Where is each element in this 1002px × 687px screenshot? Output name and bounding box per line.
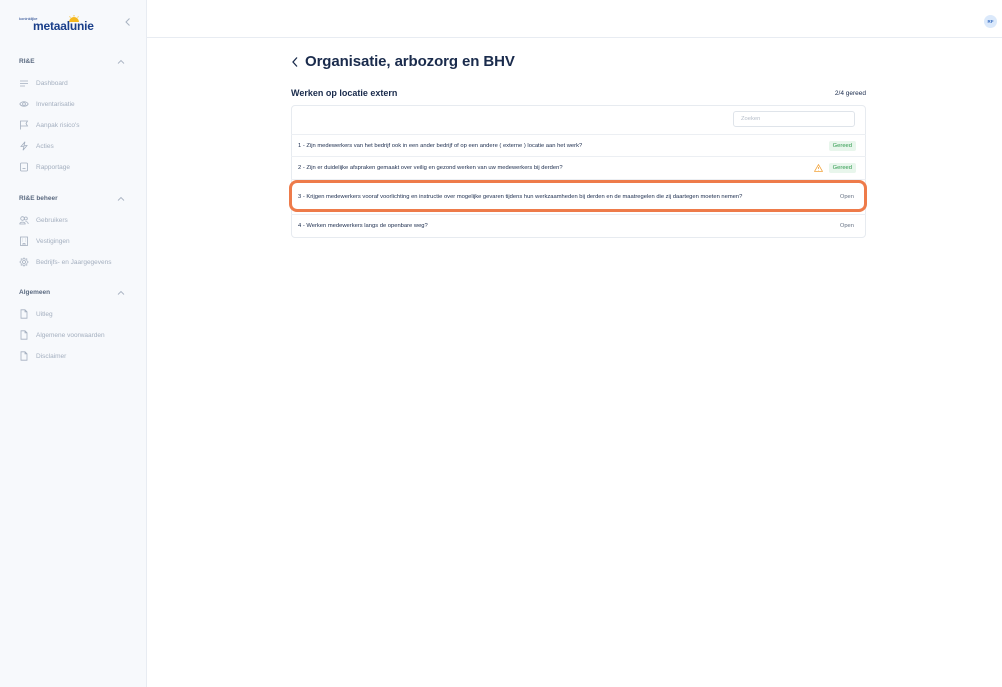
search-input[interactable] <box>733 111 855 127</box>
document-icon <box>20 162 28 172</box>
sidebar-item-bedrijfs-en-jaargegevens[interactable]: Bedrijfs- en Jaargegevens <box>19 256 139 268</box>
question-row-2[interactable]: 2 - Zijn er duidelijke afspraken gemaakt… <box>291 156 866 179</box>
page-header: Organisatie, arbozorg en BHV <box>291 53 515 70</box>
section-subtitle: Werken op locatie extern <box>291 88 398 98</box>
file-icon <box>20 330 28 340</box>
logo-text: metaalunie <box>33 19 94 33</box>
sidebar-item-label: Inventarisatie <box>36 100 75 108</box>
sidebar-item-label: Algemene voorwaarden <box>36 331 105 339</box>
sidebar-item-acties[interactable]: Acties <box>19 140 139 152</box>
question-text: 3 - Krijgen medewerkers vooraf voorlicht… <box>298 194 743 200</box>
chevron-up-icon <box>117 59 125 64</box>
sidebar-item-disclaimer[interactable]: Disclaimer <box>19 350 139 362</box>
section-title: RI&E <box>19 58 35 65</box>
section-header-rie-beheer[interactable]: RI&E beheer <box>19 195 125 202</box>
back-chevron-icon[interactable] <box>291 56 299 68</box>
sidebar-item-label: Aanpak risico's <box>36 121 80 129</box>
chevron-up-icon <box>117 290 125 295</box>
collapse-sidebar-button[interactable] <box>123 17 133 27</box>
status-badge: Gereed <box>828 163 856 173</box>
sidebar-item-label: Bedrijfs- en Jaargegevens <box>36 258 112 266</box>
sidebar-item-aanpak-risicos[interactable]: Aanpak risico's <box>19 119 139 131</box>
chevron-up-icon <box>117 196 125 201</box>
lightning-icon <box>20 141 28 151</box>
sidebar-item-label: Dashboard <box>36 79 68 87</box>
section-header-algemeen[interactable]: Algemeen <box>19 289 125 296</box>
sidebar-item-inventarisatie[interactable]: Inventarisatie <box>19 98 139 110</box>
warning-icon <box>813 164 823 172</box>
gear-icon <box>19 257 29 267</box>
section-header-rie[interactable]: RI&E <box>19 58 125 65</box>
question-row-4[interactable]: 4 - Werken medewerkers langs de openbare… <box>291 214 866 237</box>
users-icon <box>19 216 29 225</box>
progress-count: 2/4 gereed <box>834 89 866 97</box>
sidebar: koninklijke metaalunie RI&E Dashboard In… <box>0 0 147 687</box>
page-title: Organisatie, arbozorg en BHV <box>305 53 515 70</box>
status-badge: Open <box>839 194 854 200</box>
sidebar-item-uitleg[interactable]: Uitleg <box>19 308 139 320</box>
sidebar-item-label: Vestigingen <box>36 237 70 245</box>
status-badge: Gereed <box>828 140 856 151</box>
file-icon <box>20 309 28 319</box>
question-row-3[interactable]: 3 - Krijgen medewerkers vooraf voorlicht… <box>291 179 866 214</box>
sidebar-item-label: Rapportage <box>36 163 70 171</box>
sidebar-item-dashboard[interactable]: Dashboard <box>19 77 139 89</box>
eye-icon <box>19 101 29 107</box>
status-badge: Open <box>839 223 854 229</box>
section-title: RI&E beheer <box>19 195 58 202</box>
section-title: Algemeen <box>19 289 51 296</box>
menu-lines-icon <box>20 80 28 87</box>
sidebar-item-label: Disclaimer <box>36 352 67 360</box>
question-row-1[interactable]: 1 - Zijn medewerkers van het bedrijf ook… <box>291 134 866 156</box>
top-bar: RF <box>147 0 1002 38</box>
question-text: 2 - Zijn er duidelijke afspraken gemaakt… <box>298 165 563 171</box>
sidebar-item-algemene-voorwaarden[interactable]: Algemene voorwaarden <box>19 329 139 341</box>
building-icon <box>20 236 28 246</box>
sidebar-item-vestigingen[interactable]: Vestigingen <box>19 235 139 247</box>
sidebar-item-label: Acties <box>36 142 54 150</box>
sidebar-item-rapportage[interactable]: Rapportage <box>19 161 139 173</box>
avatar[interactable]: RF <box>984 15 997 28</box>
logo[interactable]: koninklijke metaalunie <box>19 15 99 35</box>
question-text: 4 - Werken medewerkers langs de openbare… <box>298 223 428 229</box>
sidebar-item-label: Uitleg <box>36 310 53 318</box>
sidebar-item-gebruikers[interactable]: Gebruikers <box>19 214 139 226</box>
flag-icon <box>20 120 29 130</box>
sidebar-item-label: Gebruikers <box>36 216 68 224</box>
chevron-left-icon <box>125 18 130 26</box>
section-header: Werken op locatie extern 2/4 gereed <box>291 88 866 98</box>
file-icon <box>20 351 28 361</box>
question-text: 1 - Zijn medewerkers van het bedrijf ook… <box>298 142 583 149</box>
